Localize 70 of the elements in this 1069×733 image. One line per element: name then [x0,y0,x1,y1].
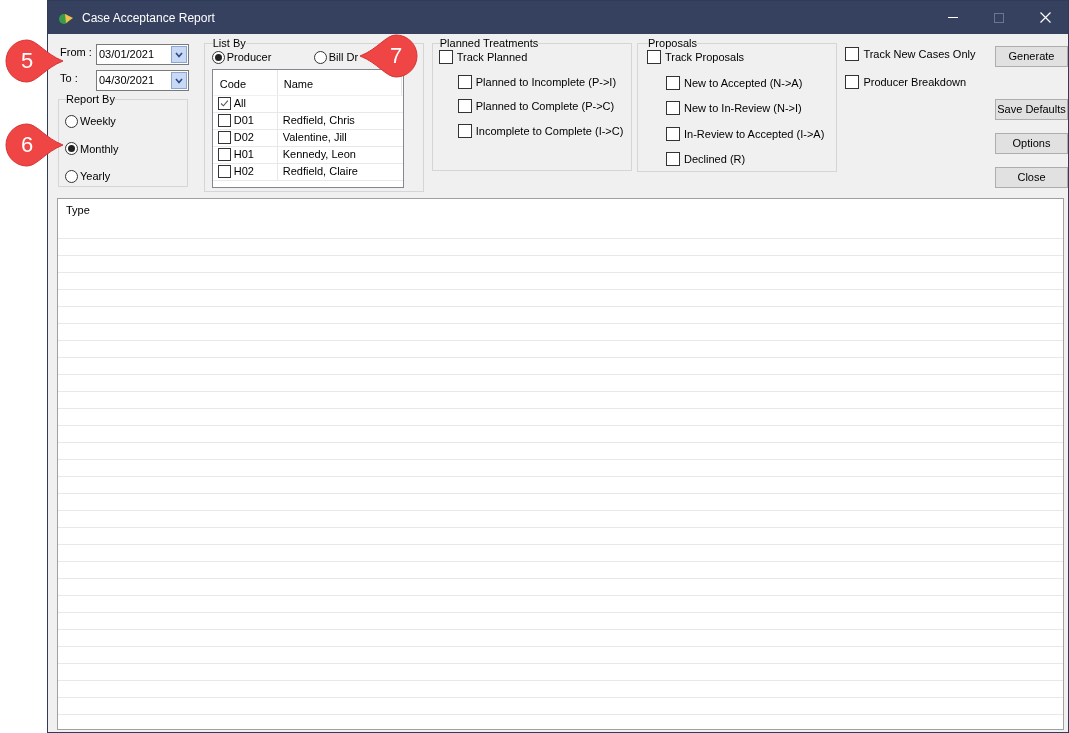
radio-label[interactable]: Weekly [80,113,116,130]
checkbox[interactable] [438,50,453,65]
checkbox-label[interactable]: In-Review to Accepted (I->A) [684,125,825,142]
date-field[interactable]: 03/01/2021 [96,44,189,65]
date-value: 04/30/2021 [99,73,156,89]
checkbox[interactable] [647,50,662,65]
checkbox[interactable] [217,165,231,178]
date-value: 03/01/2021 [99,47,156,63]
table-cell-text: Kennedy, Leon [281,147,356,163]
checkbox[interactable] [217,131,231,144]
group-title: Report By [66,93,115,105]
checkbox[interactable] [845,47,860,62]
radio-button[interactable] [65,169,78,183]
checkbox[interactable] [666,101,681,116]
table-cell-text: Redfield, Claire [281,164,358,180]
checkbox[interactable] [457,123,472,138]
checkbox-label[interactable]: Track New Cases Only [863,46,976,63]
checkbox-label[interactable]: New to In-Review (N->I) [684,100,802,117]
checkbox[interactable] [666,126,681,141]
radio-button[interactable] [65,114,78,128]
checkbox-label[interactable]: Planned to Incomplete (P->I) [475,73,617,90]
checkbox-label[interactable]: Producer Breakdown [863,73,967,90]
radio-button[interactable] [313,50,327,64]
action-button[interactable]: Options [995,133,1068,154]
checkbox[interactable] [217,114,231,127]
close-icon [1039,12,1051,23]
minimize-icon [948,17,958,18]
radio-button[interactable] [65,142,78,156]
column-header[interactable]: Code [212,69,278,95]
chevron-down-icon [175,51,183,58]
table-cell-text: H01 [233,147,254,163]
checkbox[interactable] [845,74,860,89]
group-title: Proposals [648,37,697,49]
maximize-icon [994,12,1004,23]
radio-button[interactable] [211,50,225,64]
table-cell-text: D02 [233,130,254,146]
group-title: Planned Treatments [439,37,539,49]
column-header: Type [66,202,90,218]
checkbox-label[interactable]: Incomplete to Complete (I->C) [475,122,624,139]
date-field[interactable]: 04/30/2021 [96,70,189,91]
checkbox-label[interactable]: Planned to Complete (P->C) [475,98,615,115]
table-cell-text: Redfield, Chris [281,113,355,129]
table-cell-text: H02 [233,164,254,180]
radio-label[interactable]: Yearly [80,168,111,185]
checkbox[interactable] [457,99,472,114]
table-cell-text: D01 [233,113,254,129]
table-cell-text: All [233,96,246,112]
checkbox-label[interactable]: New to Accepted (N->A) [684,74,803,91]
table-cell-text: Valentine, Jill [281,130,347,146]
date-label: From : [59,45,93,60]
checkbox-label[interactable]: Declined (R) [684,151,746,168]
checkbox[interactable] [217,148,231,161]
chevron-down-icon [175,77,183,84]
checkbox-label[interactable]: Track Proposals [665,49,745,66]
checkbox[interactable] [457,74,472,89]
checkbox-label[interactable]: Track Planned [456,49,528,66]
checkbox[interactable] [217,97,231,110]
group-title: List By [212,37,246,49]
dropdown-button[interactable] [171,72,187,89]
window-title: Case Acceptance Report [82,9,215,27]
radio-label[interactable]: Producer [226,49,272,66]
action-button[interactable]: Close [995,167,1068,188]
checkbox[interactable] [666,152,681,167]
dropdown-button[interactable] [171,46,187,63]
radio-label[interactable]: Bill Dr [328,49,359,66]
action-button[interactable]: Save Defaults [995,99,1068,120]
date-label: To : [59,71,79,86]
radio-label[interactable]: Monthly [80,140,119,157]
action-button[interactable]: Generate [995,46,1068,67]
checkbox[interactable] [666,75,681,90]
